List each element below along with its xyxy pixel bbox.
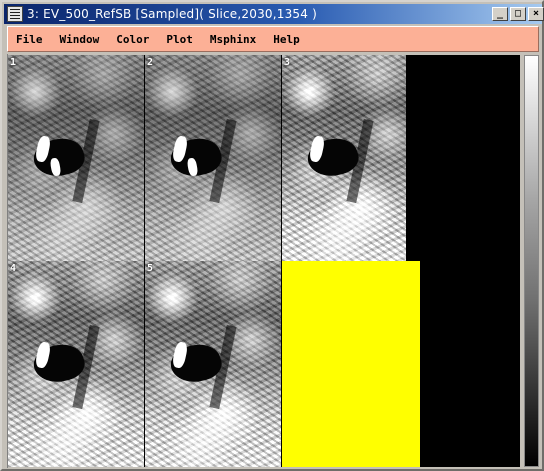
panel-number: 3 — [284, 57, 291, 68]
black-edge-strip — [406, 55, 418, 261]
menu-msphinx[interactable]: Msphinx — [210, 33, 256, 46]
menu-bar: File Window Color Plot Msphinx Help — [7, 26, 539, 52]
grayscale-colorbar[interactable] — [524, 55, 539, 467]
image-grid-canvas[interactable]: 1 2 3 4 5 — [8, 55, 520, 467]
image-panel-1[interactable]: 1 — [8, 55, 144, 261]
title-bar[interactable]: 3: EV_500_RefSB [Sampled]( Slice,2030,13… — [4, 4, 544, 24]
image-panel-5[interactable]: 5 — [145, 261, 281, 467]
maximize-button[interactable]: □ — [510, 7, 526, 21]
empty-yellow-panel[interactable] — [282, 261, 420, 467]
window-title: 3: EV_500_RefSB [Sampled]( Slice,2030,13… — [27, 7, 317, 21]
menu-window[interactable]: Window — [60, 33, 100, 46]
panel-number: 2 — [147, 57, 154, 68]
image-panel-3[interactable]: 3 — [282, 55, 418, 261]
panel-number: 5 — [147, 263, 154, 274]
image-panel-4[interactable]: 4 — [8, 261, 144, 467]
minimize-button[interactable]: _ — [492, 7, 508, 21]
panel-number: 4 — [10, 263, 17, 274]
image-panel-2[interactable]: 2 — [145, 55, 281, 261]
image-viewer-window: 3: EV_500_RefSB [Sampled]( Slice,2030,13… — [0, 0, 544, 471]
menu-help[interactable]: Help — [273, 33, 300, 46]
menu-color[interactable]: Color — [116, 33, 149, 46]
close-button[interactable]: × — [528, 7, 544, 21]
menu-plot[interactable]: Plot — [166, 33, 193, 46]
window-menu-icon[interactable] — [7, 6, 23, 22]
menu-file[interactable]: File — [16, 33, 43, 46]
panel-number: 1 — [10, 57, 17, 68]
